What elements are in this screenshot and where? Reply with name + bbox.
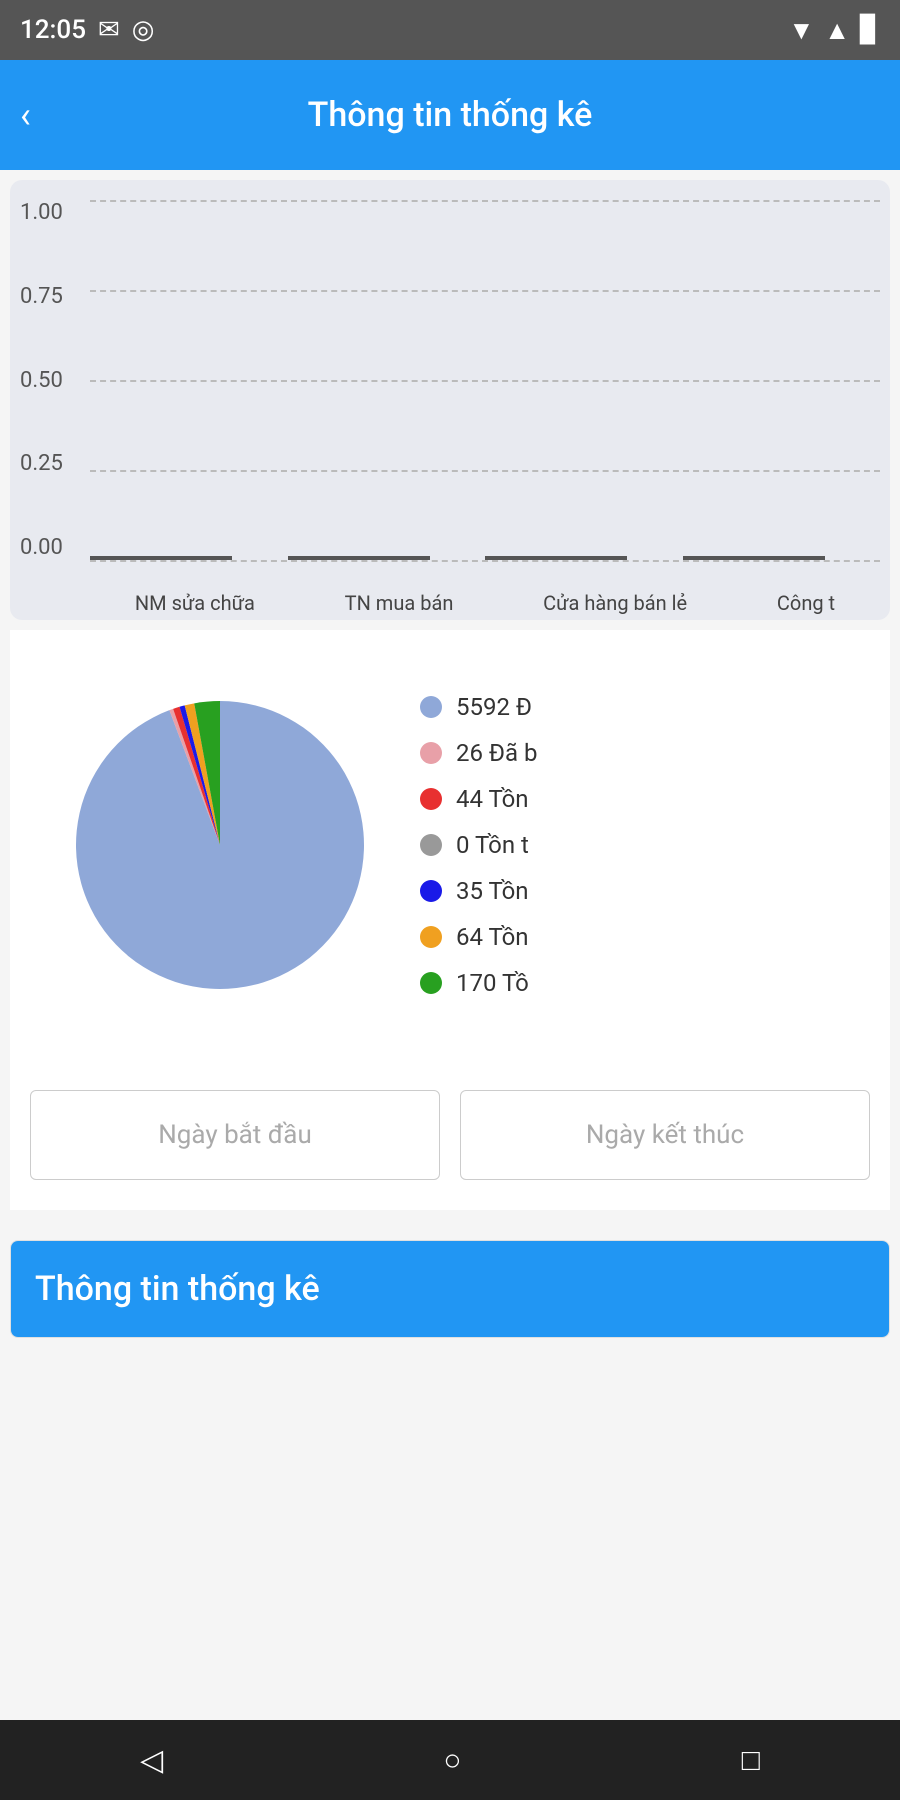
- end-date-label: Ngày kết thúc: [586, 1120, 744, 1150]
- legend-item-6: 170 Tồ: [420, 969, 870, 997]
- legend-dot-0: [420, 696, 442, 718]
- bottom-card-title: Thông tin thống kê: [35, 1269, 320, 1309]
- back-button[interactable]: ‹: [20, 94, 31, 136]
- y-label-3: 0.50: [20, 368, 63, 393]
- y-label-1: 1.00: [20, 200, 63, 225]
- legend-text-2: 44 Tồn: [456, 785, 529, 813]
- grid-line-1: [90, 200, 880, 202]
- legend-dot-1: [420, 742, 442, 764]
- email-icon: ✉: [98, 15, 120, 45]
- status-bar: 12:05 ✉ ◎ ▼ ▲ ▊: [0, 0, 900, 60]
- bottom-card-header: Thông tin thống kê: [11, 1241, 889, 1337]
- legend-dot-4: [420, 880, 442, 902]
- status-bar-right: ▼ ▲ ▊: [789, 15, 880, 46]
- status-time: 12:05: [20, 15, 86, 45]
- grid-line-4: [90, 470, 880, 472]
- nav-home-button[interactable]: ○: [443, 1743, 461, 1778]
- legend-item-4: 35 Tồn: [420, 877, 870, 905]
- grid-line-2: [90, 290, 880, 292]
- x-label-4: Công t: [777, 591, 835, 615]
- app-bar: ‹ Thông tin thống kê: [0, 60, 900, 170]
- legend-item-1: 26 Đã b: [420, 739, 870, 767]
- legend-text-6: 170 Tồ: [456, 969, 529, 997]
- baseline-seg3: [485, 556, 627, 560]
- legend-text-0: 5592 Đ: [456, 693, 532, 721]
- nav-bar: ◁ ○ □: [0, 1720, 900, 1800]
- end-date-button[interactable]: Ngày kết thúc: [460, 1090, 870, 1180]
- legend-dot-5: [420, 926, 442, 948]
- legend-item-3: 0 Tồn t: [420, 831, 870, 859]
- chart-grid: [90, 200, 880, 560]
- signal-icon: ▲: [824, 15, 850, 46]
- page-title: Thông tin thống kê: [308, 95, 593, 135]
- pie-section: // Will be drawn by JS below 5592 Đ 26 Đ…: [10, 630, 890, 1060]
- y-label-2: 0.75: [20, 284, 63, 309]
- legend-text-3: 0 Tồn t: [456, 831, 529, 859]
- grid-line-5: [90, 560, 880, 562]
- start-date-button[interactable]: Ngày bắt đầu: [30, 1090, 440, 1180]
- legend-item-2: 44 Tồn: [420, 785, 870, 813]
- nav-back-button[interactable]: ◁: [140, 1743, 163, 1778]
- bottom-card: Thông tin thống kê: [10, 1240, 890, 1338]
- date-section: Ngày bắt đầu Ngày kết thúc: [10, 1060, 890, 1210]
- pie-chart-sectors: // Will be drawn by JS below: [60, 685, 380, 1005]
- record-icon: ◎: [132, 15, 155, 45]
- baseline-seg1: [90, 556, 232, 560]
- battery-icon: ▊: [860, 15, 880, 45]
- pie-chart-container: // Will be drawn by JS below: [60, 685, 380, 1005]
- x-label-1: NM sửa chữa: [135, 591, 255, 615]
- x-axis-labels: NM sửa chữa TN mua bán Cửa hàng bán lẻ C…: [90, 591, 880, 615]
- y-label-5: 0.00: [20, 535, 63, 560]
- start-date-label: Ngày bắt đầu: [158, 1120, 312, 1150]
- grid-line-3: [90, 380, 880, 382]
- baseline-seg2: [288, 556, 430, 560]
- legend-text-1: 26 Đã b: [456, 739, 538, 767]
- legend-item-0: 5592 Đ: [420, 693, 870, 721]
- legend-item-5: 64 Tồn: [420, 923, 870, 951]
- legend-text-4: 35 Tồn: [456, 877, 529, 905]
- nav-recents-button[interactable]: □: [742, 1743, 760, 1778]
- x-label-3: Cửa hàng bán lẻ: [543, 591, 687, 615]
- status-bar-left: 12:05 ✉ ◎: [20, 15, 154, 45]
- line-chart-area: 1.00 0.75 0.50 0.25 0.00 NM sửa chữa TN …: [10, 180, 890, 620]
- legend-text-5: 64 Tồn: [456, 923, 529, 951]
- legend-dot-3: [420, 834, 442, 856]
- pie-legend: 5592 Đ 26 Đã b 44 Tồn 0 Tồn t 35 Tồn 64 …: [380, 693, 870, 997]
- y-label-4: 0.25: [20, 451, 63, 476]
- legend-dot-6: [420, 972, 442, 994]
- baseline-seg4: [683, 556, 825, 560]
- baseline-area: [90, 556, 880, 560]
- legend-dot-2: [420, 788, 442, 810]
- x-label-2: TN mua bán: [345, 591, 454, 615]
- wifi-icon: ▼: [789, 15, 815, 46]
- y-axis: 1.00 0.75 0.50 0.25 0.00: [20, 200, 63, 560]
